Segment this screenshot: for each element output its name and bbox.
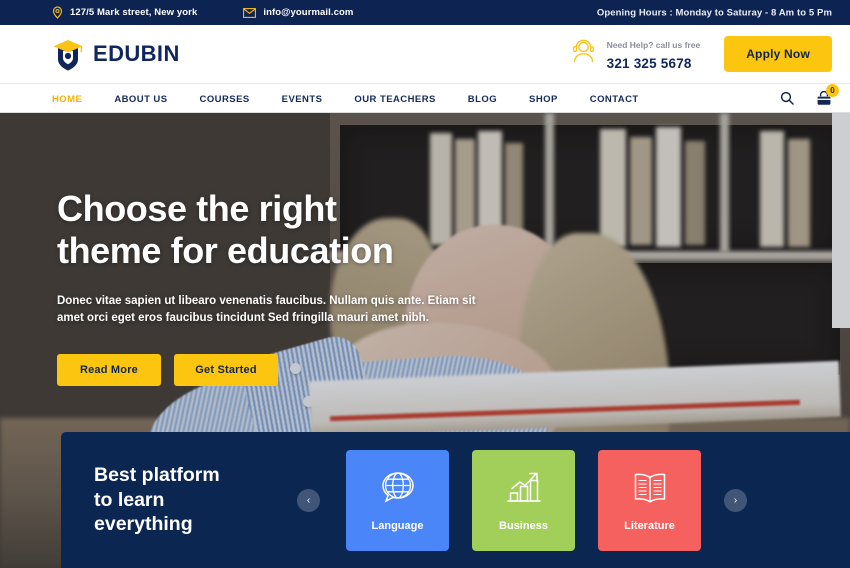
category-card-business[interactable]: Business [472, 449, 575, 551]
nav-item: OUR TEACHERS [354, 89, 467, 107]
site-header: EDUBIN Need Help? call us free 321 325 5… [0, 25, 850, 83]
brand-name: EDUBIN [93, 41, 180, 66]
opening-hours-text: Opening Hours : Monday to Saturay - 8 Am… [596, 7, 832, 18]
nav-item: HOME [52, 89, 114, 107]
panel-title-line-1: Best platform [94, 463, 220, 486]
carousel-next-button[interactable]: › [724, 488, 747, 512]
hero-button-group: Read More Get Started [57, 354, 527, 387]
nav-link-home[interactable]: HOME [52, 94, 103, 105]
panel-title-line-3: everything [94, 513, 193, 536]
location-pin-icon [52, 6, 63, 19]
category-card-language[interactable]: Language [346, 449, 449, 551]
main-navigation: HOME ABOUT US COURSES EVENTS OUR TEACHER… [0, 83, 850, 113]
panel-title: Best platform to learn everything [94, 463, 284, 538]
nav-item: BLOG [468, 89, 529, 107]
category-card-list: Language Business Literature [346, 449, 701, 551]
nav-link-shop[interactable]: SHOP [529, 94, 579, 105]
phone-number[interactable]: 321 325 5678 [607, 56, 692, 71]
support-call-block: Need Help? call us free 321 325 5678 [570, 34, 701, 74]
brand-logo[interactable]: EDUBIN [52, 37, 180, 71]
nav-icon-group: 0 [780, 83, 839, 106]
bar-chart-growth-icon [504, 468, 544, 513]
nav-link-events[interactable]: EVENTS [282, 94, 344, 105]
address-info: 127/5 Mark street, New york [52, 6, 197, 19]
nav-link-our-teachers[interactable]: OUR TEACHERS [354, 94, 456, 105]
address-text: 127/5 Mark street, New york [70, 7, 198, 18]
cart-count-badge: 0 [826, 83, 839, 97]
read-more-button[interactable]: Read More [57, 354, 161, 387]
nav-link-courses[interactable]: COURSES [200, 94, 271, 105]
header-right-group: Need Help? call us free 321 325 5678 App… [570, 34, 832, 74]
help-label: Need Help? call us free [606, 40, 701, 50]
hero-content: Choose the right theme for education Don… [57, 188, 527, 387]
globe-speech-icon [378, 468, 418, 513]
panel-title-line-2: to learn [94, 488, 165, 511]
nav-item: SHOP [529, 89, 590, 107]
card-label-business: Business [499, 520, 548, 532]
apply-now-button[interactable]: Apply Now [724, 36, 832, 72]
hero-paragraph: Donec vitae sapien ut libearo venenatis … [57, 294, 476, 325]
nav-link-blog[interactable]: BLOG [468, 94, 518, 105]
support-agent-icon [570, 38, 597, 70]
envelope-icon [243, 7, 257, 18]
card-label-language: Language [371, 520, 424, 532]
search-icon[interactable] [780, 91, 794, 105]
get-started-button[interactable]: Get Started [174, 354, 278, 387]
top-info-bar: 127/5 Mark street, New york info@yourmai… [0, 0, 850, 25]
nav-list: HOME ABOUT US COURSES EVENTS OUR TEACHER… [52, 89, 671, 107]
open-book-icon [630, 468, 670, 513]
cart-icon[interactable]: 0 [816, 83, 839, 106]
graduation-cap-shield-icon [52, 37, 84, 71]
carousel-prev-button[interactable]: ‹ [297, 488, 320, 512]
nav-item: COURSES [200, 89, 282, 107]
email-text: info@yourmail.com [263, 7, 354, 18]
card-label-literature: Literature [624, 520, 675, 532]
email-info[interactable]: info@yourmail.com [243, 7, 353, 18]
nav-item: EVENTS [282, 89, 355, 107]
nav-item: ABOUT US [114, 89, 199, 107]
hero-title-line-2: theme for education [57, 229, 394, 271]
hero-title: Choose the right theme for education [57, 188, 527, 272]
nav-link-about-us[interactable]: ABOUT US [114, 94, 188, 105]
nav-link-contact[interactable]: CONTACT [590, 94, 660, 105]
hero-title-line-1: Choose the right [57, 188, 337, 229]
category-card-literature[interactable]: Literature [598, 449, 701, 551]
nav-item: CONTACT [590, 89, 671, 107]
platform-panel: Best platform to learn everything ‹ Lang… [61, 432, 850, 568]
